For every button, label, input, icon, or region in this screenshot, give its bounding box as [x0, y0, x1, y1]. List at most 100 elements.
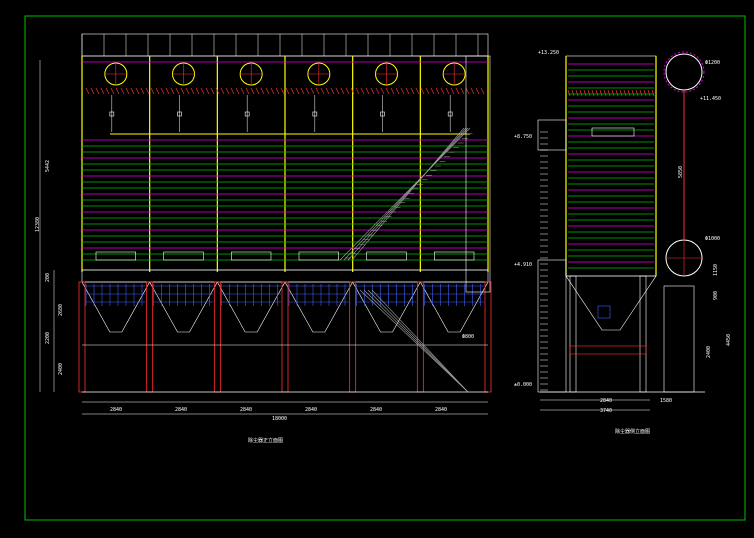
valve-tick: [135, 87, 140, 95]
side-bottom-dim-3: 1580: [660, 398, 673, 404]
side-right-dim-1: 1150: [713, 263, 719, 276]
valve-tick: [395, 87, 400, 95]
front-elevation: [39, 33, 492, 415]
valve-tick: [370, 87, 375, 95]
support-leg: [484, 281, 492, 393]
side-valve-tick: [627, 89, 631, 97]
valve-tick: [365, 87, 370, 95]
valve-tick: [240, 87, 245, 95]
side-leg: [639, 275, 647, 393]
side-pedestal: [663, 285, 695, 393]
side-valve-tick: [615, 89, 619, 97]
valve-tick: [85, 87, 90, 95]
inspection-window: [95, 251, 136, 261]
valve-tick: [110, 87, 115, 95]
hopper: [352, 281, 421, 333]
valve-tick: [185, 87, 190, 95]
valve-tick: [95, 87, 100, 95]
hopper: [284, 281, 354, 333]
valve-tick: [450, 87, 455, 95]
side-header: [591, 127, 635, 137]
valve-tick: [105, 87, 110, 95]
valve-tick: [170, 87, 175, 95]
side-valve-tick: [591, 89, 595, 97]
inspection-window: [434, 251, 475, 261]
valve-tick: [115, 87, 120, 95]
front-view-caption: 除尘器正立面图: [248, 438, 284, 444]
valve-tick: [250, 87, 255, 95]
top-railing: [81, 33, 489, 57]
hopper: [81, 281, 151, 333]
valve-tick: [340, 87, 345, 95]
valve-tick: [470, 87, 475, 95]
valve-tick: [165, 87, 170, 95]
side-valve-tick: [623, 89, 627, 97]
side-valve-tick: [635, 89, 639, 97]
side-valve-tick: [583, 89, 587, 97]
valve-tick: [425, 87, 430, 95]
valve-tick: [270, 87, 275, 95]
bay-dim-3: 2840: [240, 407, 253, 413]
support-leg: [349, 281, 357, 393]
side-right-dim-3: 4450: [726, 333, 732, 346]
valve-tick: [330, 87, 335, 95]
valve-tick: [145, 87, 150, 95]
inspection-window: [231, 251, 272, 261]
valve-tick: [180, 87, 185, 95]
side-valve-tick: [647, 89, 651, 97]
side-fan-top-ring: [663, 51, 705, 93]
valve-tick: [210, 87, 215, 95]
valve-tick: [315, 87, 320, 95]
valve-tick: [190, 87, 195, 95]
valve-tick: [285, 87, 290, 95]
side-valve-tick: [599, 89, 603, 97]
side-valve-tick: [595, 89, 599, 97]
elev-top: +13.250: [538, 50, 560, 56]
support-leg: [281, 281, 289, 393]
valve-tick: [355, 87, 360, 95]
valve-tick: [360, 87, 365, 95]
bay-dim-1: 2840: [110, 407, 123, 413]
valve-tick: [445, 87, 450, 95]
valve-tick: [100, 87, 105, 95]
duct-label-bottom: Ф1000: [705, 236, 721, 242]
side-hopper: [565, 275, 657, 331]
support-leg: [213, 281, 221, 393]
valve-tick: [420, 87, 425, 95]
side-fan-top: [665, 53, 703, 91]
inspection-window: [298, 251, 339, 261]
stair-stringer: [359, 289, 469, 393]
side-platform-upper: [537, 119, 567, 151]
valve-tick: [205, 87, 210, 95]
left-dim-base: 2400: [58, 362, 64, 375]
duct-label-top: Ф1200: [705, 60, 721, 66]
valve-tick: [460, 87, 465, 95]
left-dim-lower: 2200: [45, 331, 51, 344]
valve-tick: [405, 87, 410, 95]
valve-tick: [155, 87, 160, 95]
hopper: [149, 281, 218, 333]
valve-tick: [120, 87, 125, 95]
valve-tick: [220, 87, 225, 95]
valve-tick: [260, 87, 265, 95]
valve-tick: [245, 87, 250, 95]
valve-tick: [455, 87, 460, 95]
cad-drawing-canvas: [24, 15, 746, 521]
side-bottom-dim-1: 2840: [600, 398, 613, 404]
valve-tick: [265, 87, 270, 95]
side-valve-tick: [571, 89, 575, 97]
valve-tick: [235, 87, 240, 95]
support-leg: [416, 281, 424, 393]
side-elevation: [537, 51, 705, 411]
valve-tick: [475, 87, 480, 95]
valve-tick: [90, 87, 95, 95]
side-base-beam: [569, 345, 647, 355]
valve-tick: [200, 87, 205, 95]
valve-tick: [290, 87, 295, 95]
elev-fan: +11.450: [700, 96, 722, 102]
elev-ground: ±0.000: [514, 382, 533, 388]
side-valve-tick: [651, 89, 655, 97]
valve-tick: [465, 87, 470, 95]
bay-dim-2: 2840: [175, 407, 188, 413]
front-side-label: Ф800: [462, 334, 475, 340]
